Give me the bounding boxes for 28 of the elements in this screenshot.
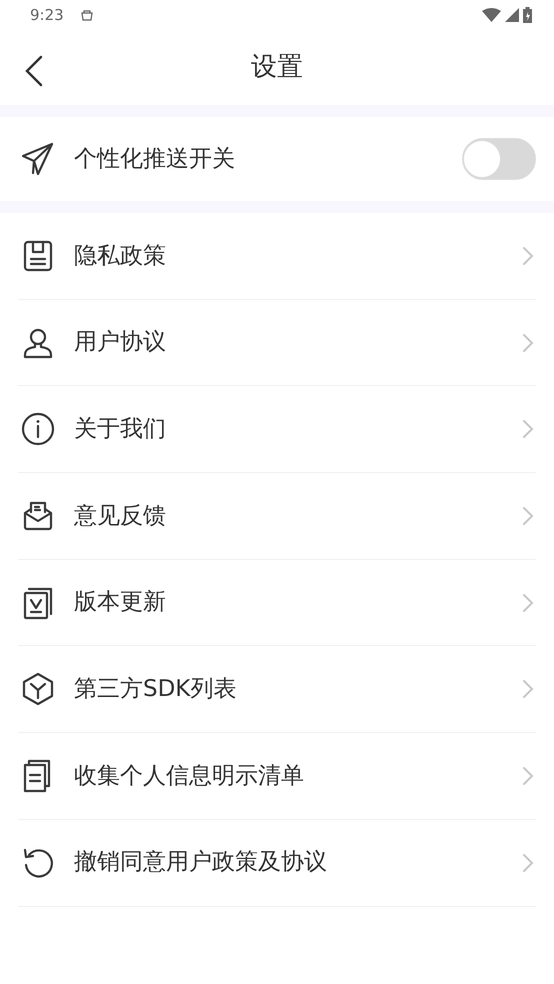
signal-icon (505, 8, 519, 22)
menu-label: 隐私政策 (74, 242, 166, 271)
menu-label: 用户协议 (74, 328, 166, 358)
page-title: 设置 (251, 51, 303, 84)
cube-icon (20, 671, 56, 708)
menu-label: 收集个人信息明示清单 (74, 762, 304, 791)
wifi-icon (482, 8, 501, 22)
menu-label: 版本更新 (74, 588, 166, 618)
notification-icon (80, 9, 94, 21)
paper-plane-icon (20, 141, 56, 177)
chevron-icon (522, 332, 534, 353)
chevron-icon (522, 766, 534, 786)
chevron-icon (522, 419, 534, 440)
chevron-icon (522, 246, 534, 266)
push-toggle-switch[interactable] (462, 138, 536, 180)
chevron-icon (522, 852, 534, 873)
menu-item[interactable]: 用户协议 (18, 300, 536, 386)
chevron-icon (522, 506, 534, 526)
status-time: 9:23 (30, 4, 64, 26)
menu-label: 意见反馈 (74, 502, 166, 531)
battery-icon (523, 7, 532, 23)
info-icon (20, 411, 56, 448)
chevron-icon (522, 592, 534, 613)
setting-label: 个性化推送开关 (74, 144, 235, 174)
menu-label: 关于我们 (74, 414, 166, 444)
menu-label: 撤销同意用户政策及协议 (74, 848, 327, 878)
menu-label: 第三方SDK列表 (74, 675, 236, 704)
chevron-icon (522, 679, 534, 700)
